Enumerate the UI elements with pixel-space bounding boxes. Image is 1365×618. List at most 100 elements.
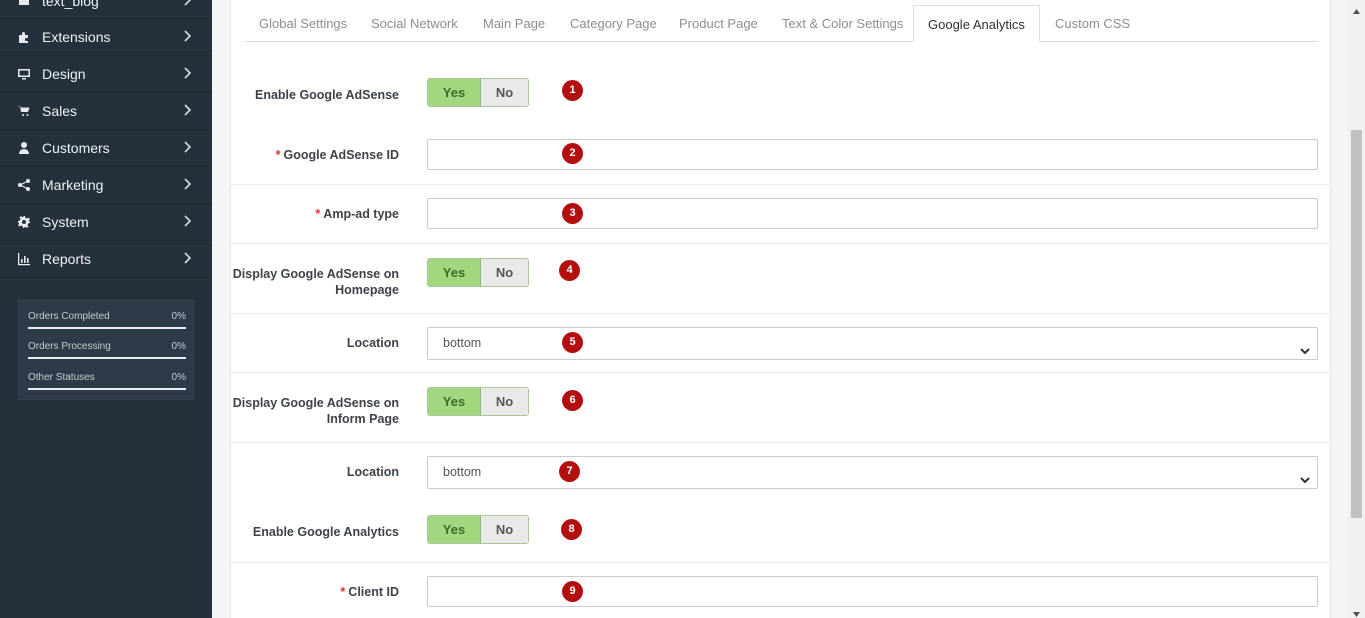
chevron-right-icon [182,251,196,265]
tab-google-analytics[interactable]: Google Analytics [913,5,1040,42]
adsense-id-label: * Google AdSense ID [275,148,399,162]
stat-label: Other Statuses [28,372,95,383]
amp-ad-type-label: * Amp-ad type [315,207,399,221]
enable-adsense-label: Enable Google AdSense [254,88,399,102]
yes-option[interactable]: Yes [428,79,481,106]
enable-analytics-label: Enable Google Analytics [252,525,399,539]
step-badge: 1 [562,80,583,101]
chevron-right-icon [182,0,196,7]
cart-icon [17,104,31,118]
sidebar-item-extensions[interactable]: Extensions [0,18,212,55]
adsense-id-input[interactable] [427,139,1318,170]
no-option[interactable]: No [481,79,528,106]
location-home-select[interactable]: bottom [427,327,1318,360]
sidebar-item-label: Reports [42,250,92,267]
sidebar-item-label: Sales [42,102,78,119]
scroll-down-icon[interactable] [1352,606,1361,617]
progress-bar [28,357,186,359]
location-inform-label: Location [346,465,399,479]
scrollbar-thumb[interactable] [1351,130,1362,518]
progress-bar [28,327,186,329]
sidebar-item-customers[interactable]: Customers [0,129,212,166]
puzzle-icon [17,30,31,44]
selected-value: bottom [443,465,482,479]
required-marker: * [315,207,321,221]
stat-other-statuses: Other Statuses 0% [28,372,186,392]
display-inform-label: Display Google AdSense on Inform Page [232,396,399,426]
user-icon [17,141,31,155]
tab-main-page[interactable]: Main Page [469,5,559,42]
sidebar-item-label: Marketing [42,176,104,193]
gear-icon [17,215,31,229]
sidebar: text_blog Extensions Design Sales Custom… [0,0,212,618]
stat-orders-processing: Orders Processing 0% [28,341,186,361]
stat-label: Orders Completed [28,311,110,322]
client-id-input[interactable] [427,576,1318,607]
sidebar-item-label: Design [42,65,86,82]
tab-category-page[interactable]: Category Page [556,5,671,42]
tab-product-page[interactable]: Product Page [665,5,772,42]
step-badge: 8 [561,519,582,540]
step-badge: 5 [562,332,583,353]
blog-icon [17,0,31,8]
display-homepage-label: Display Google AdSense on Homepage [232,267,399,297]
stat-percent: 0% [171,341,186,352]
display-inform-toggle[interactable]: Yes No [427,387,529,416]
step-badge: 9 [562,581,583,602]
tab-custom-css[interactable]: Custom CSS [1041,5,1144,42]
chevron-down-icon [1299,467,1311,484]
stat-percent: 0% [171,372,186,383]
sidebar-item-design[interactable]: Design [0,55,212,92]
sidebar-item-label: System [42,213,89,230]
step-badge: 2 [562,143,583,164]
sidebar-item-label: text_blog [42,0,99,9]
sidebar-item-marketing[interactable]: Marketing [0,166,212,203]
chevron-right-icon [182,214,196,228]
step-badge: 3 [562,203,583,224]
stat-percent: 0% [171,311,186,322]
sidebar-item-label: Extensions [42,28,111,45]
chevron-right-icon [182,103,196,117]
location-home-label: Location [346,336,399,350]
chevron-down-icon [1299,338,1311,355]
sidebar-item-system[interactable]: System [0,203,212,240]
enable-analytics-toggle[interactable]: Yes No [427,515,529,544]
bar-chart-icon [17,252,31,266]
tab-bar: Global Settings Social Network Main Page… [245,5,1318,42]
order-stats-panel: Orders Completed 0% Orders Processing 0%… [18,300,194,400]
no-option[interactable]: No [481,388,528,415]
page-scrollbar[interactable] [1348,0,1365,618]
scroll-up-icon[interactable] [1352,3,1361,14]
amp-ad-type-input[interactable] [427,198,1318,229]
required-marker: * [275,148,281,162]
yes-option[interactable]: Yes [428,388,481,415]
step-badge: 4 [559,260,580,281]
stat-orders-completed: Orders Completed 0% [28,311,186,331]
display-homepage-toggle[interactable]: Yes No [427,258,529,287]
required-marker: * [340,585,346,599]
sidebar-item-sales[interactable]: Sales [0,92,212,129]
no-option[interactable]: No [481,259,528,286]
yes-option[interactable]: Yes [428,516,481,543]
yes-option[interactable]: Yes [428,259,481,286]
share-icon [17,178,31,192]
selected-value: bottom [443,336,482,350]
step-badge: 6 [562,390,583,411]
chevron-right-icon [182,66,196,80]
client-id-label: * Client ID [340,585,399,599]
progress-bar [28,388,186,390]
tab-text-color-settings[interactable]: Text & Color Settings [768,5,917,42]
sidebar-item-reports[interactable]: Reports [0,240,212,277]
chevron-right-icon [182,29,196,43]
sidebar-item-label: Customers [42,139,110,156]
chevron-right-icon [182,177,196,191]
stat-label: Orders Processing [28,341,111,352]
chevron-right-icon [182,140,196,154]
monitor-icon [17,67,31,81]
tab-global-settings[interactable]: Global Settings [245,5,361,42]
tab-social-network[interactable]: Social Network [357,5,472,42]
sidebar-item-text-blog[interactable]: text_blog [0,0,212,19]
no-option[interactable]: No [481,516,528,543]
enable-adsense-toggle[interactable]: Yes No [427,78,529,107]
settings-panel: Global Settings Social Network Main Page… [230,0,1332,618]
